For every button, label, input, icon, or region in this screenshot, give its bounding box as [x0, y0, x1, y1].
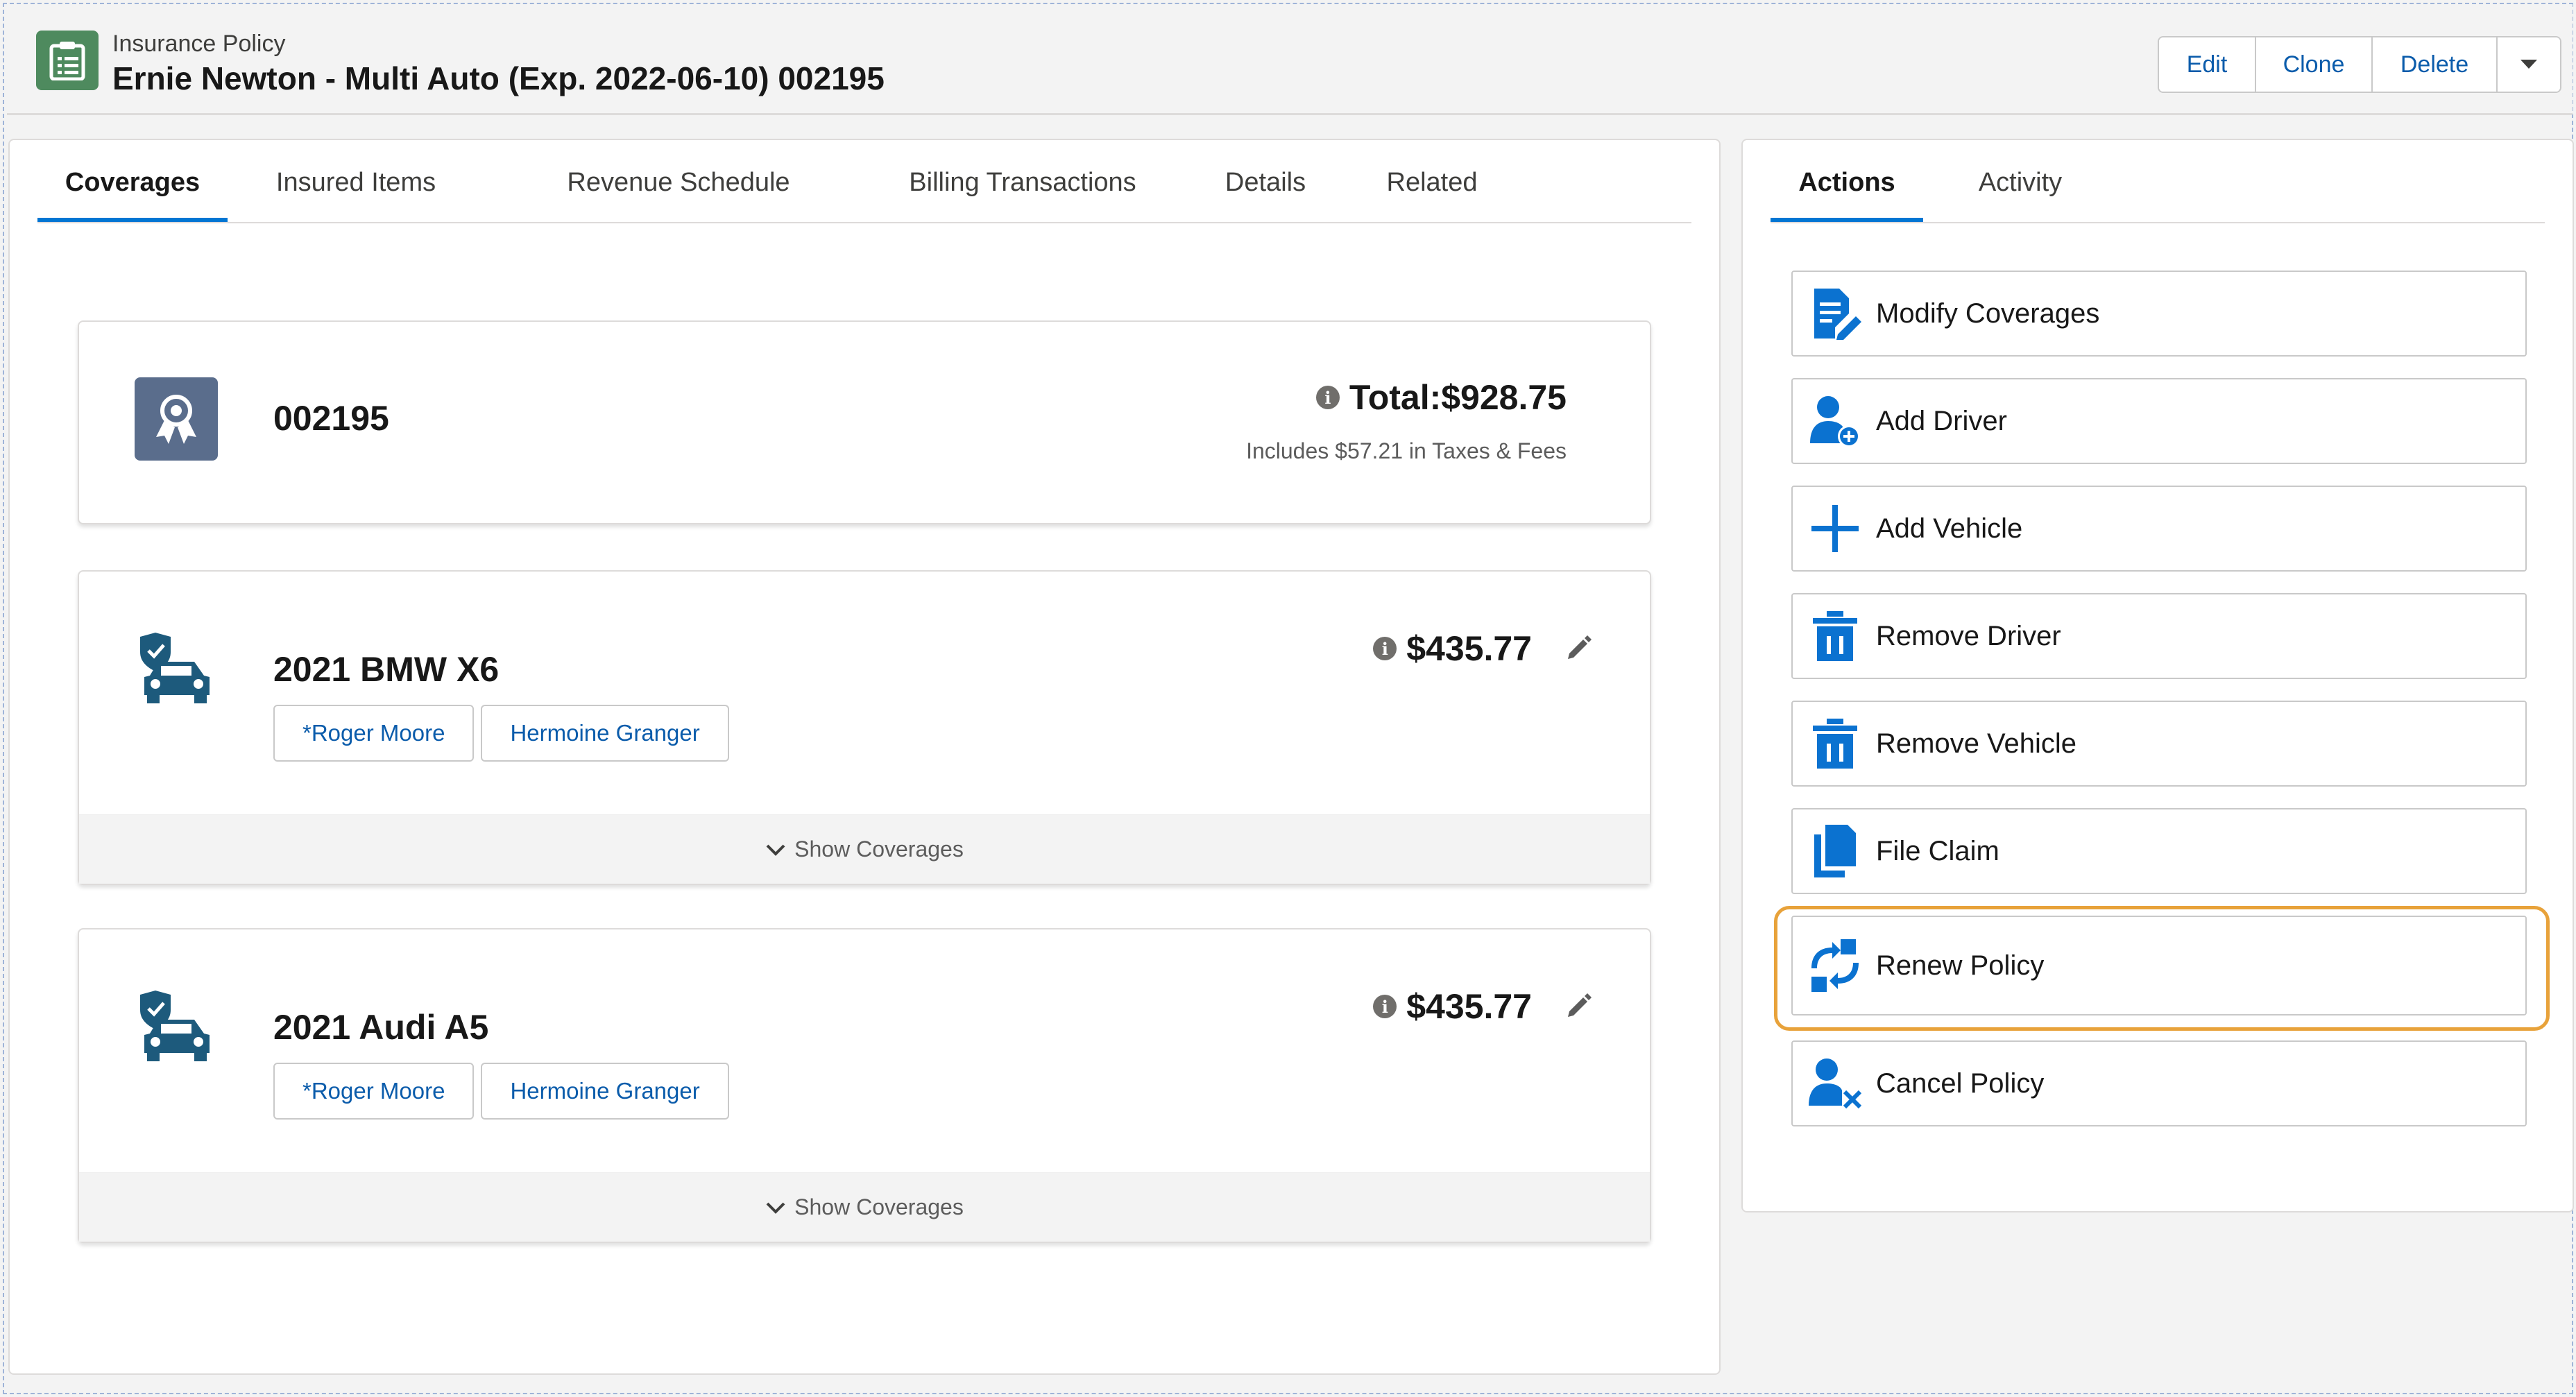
action-label: Remove Driver: [1876, 620, 2061, 651]
vehicle-price: i $435.77: [1373, 986, 1532, 1027]
tab-actions[interactable]: Actions: [1771, 161, 1923, 222]
award-icon: [135, 377, 218, 461]
edit-button[interactable]: Edit: [2159, 37, 2256, 92]
document-edit-icon: [1804, 282, 1866, 345]
car-shield-icon: [140, 991, 210, 1061]
action-label: Add Vehicle: [1876, 513, 2023, 544]
chevron-down-icon: [766, 1202, 785, 1214]
user-remove-icon: [1804, 1052, 1866, 1115]
main-tabset: Coverages Insured Items Revenue Schedule…: [37, 140, 1691, 223]
chevron-down-icon: [766, 844, 785, 856]
action-label: Add Driver: [1876, 405, 2007, 436]
file-copy-icon: [1804, 820, 1866, 882]
vehicle-card: 2021 Audi A5 i $435.77 *Roger Moore Herm…: [78, 928, 1651, 1243]
tab-related[interactable]: Related: [1370, 161, 1494, 222]
record-header: Insurance Policy Ernie Newton - Multi Au…: [7, 4, 2573, 115]
policy-summary-card: 002195 i Total:$928.75 Includes $57.21 i…: [78, 320, 1651, 524]
action-label: Remove Vehicle: [1876, 728, 2077, 759]
modify-coverages-button[interactable]: Modify Coverages: [1791, 271, 2527, 357]
policy-record-icon: [36, 31, 99, 90]
add-driver-button[interactable]: Add Driver: [1791, 378, 2527, 464]
plus-icon: [1804, 497, 1866, 560]
driver-pill[interactable]: Hermoine Granger: [481, 1063, 729, 1120]
remove-vehicle-button[interactable]: Remove Vehicle: [1791, 701, 2527, 787]
user-add-icon: [1804, 390, 1866, 452]
edit-pencil-icon[interactable]: [1564, 991, 1594, 1021]
action-label: Cancel Policy: [1876, 1068, 2045, 1099]
object-type-label: Insurance Policy: [112, 31, 286, 57]
show-coverages-label: Show Coverages: [794, 1194, 964, 1219]
page-title: Ernie Newton - Multi Auto (Exp. 2022-06-…: [112, 60, 885, 96]
file-claim-button[interactable]: File Claim: [1791, 808, 2527, 894]
info-icon[interactable]: i: [1315, 386, 1340, 409]
cancel-policy-button[interactable]: Cancel Policy: [1791, 1040, 2527, 1126]
vehicle-price-value: $435.77: [1406, 987, 1532, 1026]
show-coverages-label: Show Coverages: [794, 837, 964, 862]
renew-icon: [1804, 934, 1866, 997]
main-panel: Coverages Insured Items Revenue Schedule…: [8, 139, 1721, 1375]
vehicle-name: 2021 BMW X6: [273, 650, 500, 689]
tab-details[interactable]: Details: [1210, 161, 1321, 222]
driver-list: *Roger Moore Hermoine Granger: [273, 1063, 729, 1120]
clone-button[interactable]: Clone: [2256, 37, 2373, 92]
driver-pill[interactable]: *Roger Moore: [273, 705, 475, 762]
side-tabset: Actions Activity: [1771, 140, 2545, 223]
car-shield-icon: [140, 633, 210, 703]
tab-revenue-schedule[interactable]: Revenue Schedule: [547, 161, 810, 222]
tab-insured-items[interactable]: Insured Items: [269, 161, 443, 222]
taxes-fees-note: Includes $57.21 in Taxes & Fees: [1246, 438, 1567, 463]
info-icon[interactable]: i: [1373, 995, 1397, 1018]
show-coverages-toggle[interactable]: Show Coverages: [79, 814, 1650, 884]
show-coverages-toggle[interactable]: Show Coverages: [79, 1172, 1650, 1242]
renew-policy-button[interactable]: Renew Policy: [1791, 916, 2527, 1015]
action-label: File Claim: [1876, 835, 1999, 866]
total-value: Total:$928.75: [1349, 378, 1567, 417]
vehicle-price-value: $435.77: [1406, 629, 1532, 668]
tab-coverages[interactable]: Coverages: [37, 161, 228, 222]
tab-billing-transactions[interactable]: Billing Transactions: [870, 161, 1175, 222]
trash-icon: [1804, 712, 1866, 775]
vehicle-name: 2021 Audi A5: [273, 1008, 489, 1047]
chevron-down-icon: [2520, 60, 2537, 69]
driver-list: *Roger Moore Hermoine Granger: [273, 705, 729, 762]
trash-icon: [1804, 605, 1866, 667]
edit-pencil-icon[interactable]: [1564, 633, 1594, 663]
record-actions-group: Edit Clone Delete: [2158, 36, 2561, 93]
action-label: Modify Coverages: [1876, 298, 2100, 329]
driver-pill[interactable]: Hermoine Granger: [481, 705, 729, 762]
total-amount: i Total:$928.75: [1315, 377, 1567, 418]
actions-panel: Actions Activity Modify Coverages Add Dr…: [1741, 139, 2574, 1212]
remove-driver-button[interactable]: Remove Driver: [1791, 593, 2527, 679]
delete-button[interactable]: Delete: [2373, 37, 2498, 92]
policy-number: 002195: [273, 399, 389, 438]
tab-activity[interactable]: Activity: [1951, 161, 2090, 222]
vehicle-price: i $435.77: [1373, 628, 1532, 669]
more-actions-button[interactable]: [2498, 37, 2560, 92]
info-icon[interactable]: i: [1373, 637, 1397, 660]
action-label: Renew Policy: [1876, 950, 2045, 981]
add-vehicle-button[interactable]: Add Vehicle: [1791, 486, 2527, 572]
vehicle-card: 2021 BMW X6 i $435.77 *Roger Moore Hermo…: [78, 570, 1651, 885]
driver-pill[interactable]: *Roger Moore: [273, 1063, 475, 1120]
